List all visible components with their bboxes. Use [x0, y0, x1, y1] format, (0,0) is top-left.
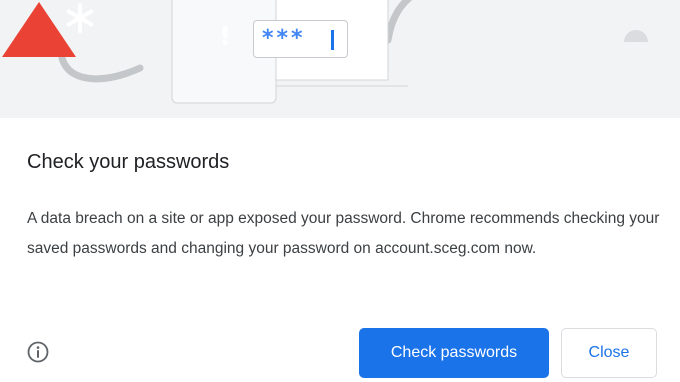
password-breach-dialog: ! *** Check your passwords A data breach… — [0, 0, 680, 382]
close-button[interactable]: Close — [561, 328, 657, 378]
dialog-title: Check your passwords — [27, 151, 230, 173]
text-caret — [331, 30, 334, 50]
decorative-arc — [384, 0, 413, 44]
warning-triangle-icon — [2, 2, 76, 57]
header-illustration: ! *** — [0, 0, 680, 118]
decorative-half-circle — [624, 30, 648, 42]
illustration-background — [58, 0, 648, 104]
password-mask: *** — [262, 26, 306, 51]
info-icon[interactable] — [27, 341, 49, 363]
dialog-body-text: A data breach on a site or app exposed y… — [27, 210, 660, 257]
check-passwords-button[interactable]: Check passwords — [359, 328, 549, 378]
decorative-wave — [58, 54, 144, 83]
password-field-illustration: *** — [253, 20, 348, 58]
warning-mark: ! — [219, 22, 231, 52]
